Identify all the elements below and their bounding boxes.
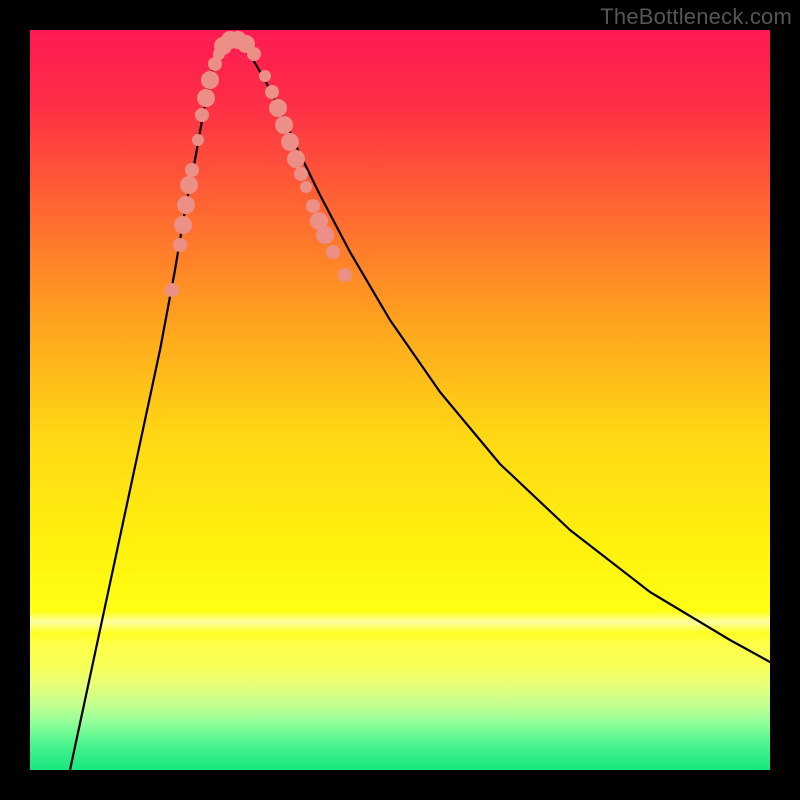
highlight-dot <box>177 196 195 214</box>
highlight-dot <box>338 268 352 282</box>
bottleneck-curve <box>70 40 770 770</box>
highlight-dot <box>173 238 187 252</box>
watermark-text: TheBottleneck.com <box>600 4 792 30</box>
highlight-dot <box>306 199 320 213</box>
chart-plot <box>30 30 770 770</box>
highlight-dot <box>259 70 271 82</box>
highlight-dot <box>195 108 209 122</box>
highlight-dot <box>287 150 305 168</box>
highlight-dot <box>275 116 293 134</box>
highlight-dot <box>265 85 279 99</box>
highlight-dot <box>174 216 192 234</box>
highlight-dot <box>281 133 299 151</box>
highlight-dot <box>316 226 334 244</box>
highlight-dot <box>180 176 198 194</box>
highlight-dot <box>192 134 204 146</box>
highlight-dot <box>247 47 261 61</box>
highlight-dot <box>201 71 219 89</box>
chart-frame <box>30 30 770 770</box>
highlight-dot <box>326 245 340 259</box>
highlight-dot <box>294 167 308 181</box>
highlight-dot <box>300 181 312 193</box>
highlight-dot <box>197 89 215 107</box>
highlight-dot <box>269 99 287 117</box>
highlight-dot <box>165 283 179 297</box>
highlight-dot <box>185 163 199 177</box>
